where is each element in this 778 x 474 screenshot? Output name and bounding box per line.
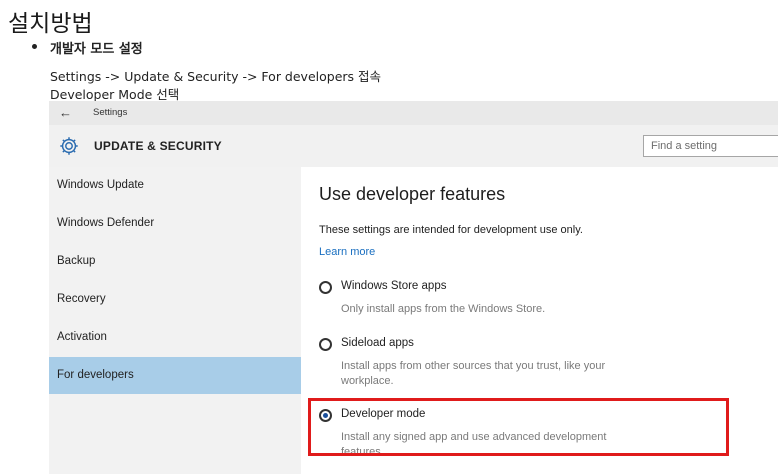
radio-unchecked-icon[interactable] — [319, 281, 332, 294]
instruction-path: Settings -> Update & Security -> For dev… — [50, 69, 382, 84]
bullet-icon — [32, 44, 37, 49]
settings-sidebar: Windows Update Windows Defender Backup R… — [49, 167, 301, 474]
learn-more-link[interactable]: Learn more — [319, 246, 375, 258]
sidebar-item-for-developers[interactable]: For developers — [49, 357, 301, 394]
sidebar-item-recovery[interactable]: Recovery — [49, 281, 301, 318]
settings-header: UPDATE & SECURITY — [49, 125, 778, 167]
window-titlebar: ← Settings — [49, 101, 778, 125]
settings-screenshot: ← Settings UPDATE & SECURITY Windows Upd… — [49, 101, 778, 474]
search-input[interactable] — [651, 137, 777, 155]
content-description: These settings are intended for developm… — [319, 224, 583, 236]
sidebar-item-windows-update[interactable]: Windows Update — [49, 167, 301, 204]
option-description: Only install apps from the Windows Store… — [341, 303, 546, 315]
window-title: Settings — [93, 107, 128, 118]
gear-icon — [60, 137, 78, 155]
sidebar-item-windows-defender[interactable]: Windows Defender — [49, 205, 301, 242]
back-arrow-icon[interactable]: ← — [59, 105, 72, 120]
sidebar-item-backup[interactable]: Backup — [49, 243, 301, 280]
option-label: Sideload apps — [341, 337, 414, 349]
option-label: Windows Store apps — [341, 280, 447, 292]
option-description: Install apps from other sources that you… — [341, 360, 606, 387]
section-title: UPDATE & SECURITY — [94, 139, 222, 153]
bullet-heading: 개발자 모드 설정 — [50, 42, 143, 57]
sidebar-item-activation[interactable]: Activation — [49, 319, 301, 356]
page-title: 설치방법 — [8, 11, 93, 37]
highlight-box — [308, 398, 729, 456]
search-box[interactable] — [643, 135, 778, 157]
content-title: Use developer features — [319, 184, 506, 204]
radio-unchecked-icon[interactable] — [319, 338, 332, 351]
